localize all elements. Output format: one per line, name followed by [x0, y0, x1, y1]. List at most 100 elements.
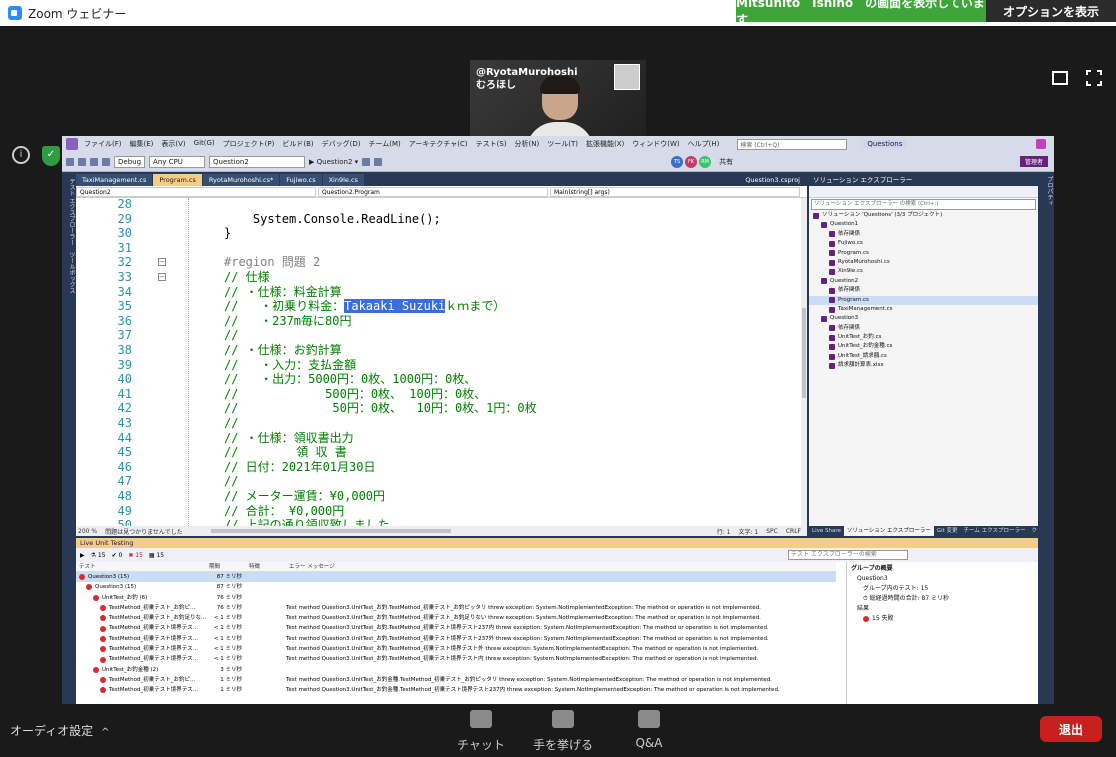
solution-tree-item[interactable]: Fujiwo.cs — [809, 239, 1038, 248]
solution-tree-item[interactable]: Program.cs — [809, 295, 1038, 305]
platform-dropdown[interactable]: Any CPU — [149, 155, 206, 168]
solution-tree-item[interactable]: 依存関係 — [809, 324, 1038, 333]
leave-button[interactable]: 退出 — [1040, 716, 1102, 742]
panel-tab[interactable]: ソリューション エクスプローラー — [843, 526, 934, 536]
menu-item[interactable]: 拡張機能(X) — [586, 139, 624, 149]
document-tab[interactable]: Xin9le.cs — [322, 174, 364, 186]
nav-class-dropdown[interactable]: Question2.Program — [318, 186, 548, 197]
chat-button[interactable]: チャット — [446, 710, 516, 753]
document-tabs: TaxiManagement.cs Program.cs RyotaMurohosh… — [76, 174, 807, 186]
fullscreen-icon[interactable] — [1086, 70, 1102, 86]
panel-tab[interactable]: チーム エクスプローラー — [961, 526, 1029, 536]
solution-tree-item[interactable]: UnitTest_お釣金種.cs — [809, 342, 1038, 351]
issues-indicator[interactable]: 問題は見つかりませんでした — [105, 527, 183, 536]
failed-count[interactable]: ✖ 15 — [128, 552, 143, 559]
test-row[interactable]: TestMethod_初乗テスト_お釣足りな... < 1 ミリ秒 Test met… — [76, 613, 836, 623]
panel-tab[interactable]: Git 変更 — [934, 526, 961, 536]
test-row[interactable]: TestMethod_初乗テスト_お釣ピ... 1 ミリ秒 Test method … — [76, 675, 836, 685]
menu-item[interactable]: デバッグ(D) — [322, 139, 361, 149]
code-line: 44 // ・仕様：領収書出力 — [76, 431, 807, 446]
solution-tree-item[interactable]: ソリューション 'Questions' (3/3 プロジェクト) — [809, 211, 1038, 220]
test-error-message — [286, 593, 836, 603]
vs-search-input[interactable]: 検索 (Ctrl+Q) — [737, 138, 848, 150]
solution-tree-item[interactable]: Program.cs — [809, 249, 1038, 258]
menu-item[interactable]: 編集(E) — [130, 139, 154, 149]
solution-tree-item[interactable]: 依存関係 — [809, 230, 1038, 239]
info-icon[interactable]: i — [12, 146, 30, 164]
test-row[interactable]: Question3 (15) 87 ミリ秒 — [76, 582, 836, 592]
new-item-icon[interactable] — [78, 157, 86, 166]
code-editor[interactable]: 28 29 System.Console.ReadLine(); 30} 31 32 #r… — [76, 198, 807, 526]
menu-item[interactable]: ビルド(B) — [282, 139, 313, 149]
document-tab[interactable]: Program.cs — [153, 174, 202, 186]
test-row[interactable]: TestMethod_初乗テスト境界テス... < 1 ミリ秒 Test metho… — [76, 623, 836, 633]
run-button[interactable]: ▶ Question2 ▾ — [309, 158, 358, 166]
editor-horizontal-scrollbar[interactable] — [210, 529, 451, 533]
test-row[interactable]: Question3 (15) 87 ミリ秒 — [76, 572, 836, 583]
nav-project-dropdown[interactable]: Question2 — [76, 186, 316, 197]
fold-toggle[interactable]: − — [158, 273, 166, 281]
solution-tree-item[interactable]: UnitTest_お釣.cs — [809, 333, 1038, 342]
document-tab[interactable]: RyotaMurohoshi.cs* — [202, 174, 280, 186]
menu-item[interactable]: Git(G) — [194, 139, 215, 149]
menu-item[interactable]: プロジェクト(P) — [223, 139, 275, 149]
hot-reload-icon[interactable] — [374, 157, 383, 166]
live-share-icon[interactable] — [1036, 139, 1046, 149]
audio-settings-button[interactable]: オーディオ設定 ^ — [10, 722, 110, 739]
startup-project-dropdown[interactable]: Question2 — [209, 155, 306, 168]
test-row[interactable]: UnitTest_お釣金種 (2) 3 ミリ秒 — [76, 665, 836, 675]
test-duration: 87 ミリ秒 — [216, 574, 242, 580]
menu-item[interactable]: ツール(T) — [547, 139, 578, 149]
view-layout-icon[interactable] — [1052, 71, 1068, 85]
back-icon[interactable] — [66, 157, 74, 166]
menu-item[interactable]: 分析(N) — [515, 139, 540, 149]
menu-item[interactable]: ヘルプ(H) — [688, 139, 720, 149]
test-row[interactable]: TestMethod_初乗テスト境界テス... 1 ミリ秒 Test method … — [76, 685, 836, 695]
menu-item[interactable]: アーキテクチャ(C) — [409, 139, 468, 149]
solution-tree-item[interactable]: Xin9le.cs — [809, 267, 1038, 276]
undo-icon[interactable] — [102, 157, 110, 166]
solution-tree-item[interactable]: TaxiManagement.cs — [809, 305, 1038, 314]
total-count[interactable]: ⚗ 15 — [91, 552, 106, 559]
solution-tree-item[interactable]: 依存関係 — [809, 286, 1038, 295]
solution-tree-item[interactable]: UnitTest_請求額.cs — [809, 352, 1038, 361]
debug-tools-icon[interactable] — [362, 157, 371, 166]
menu-item[interactable]: ファイル(F) — [84, 139, 122, 149]
solution-search-input[interactable]: ソリューション エクスプローラー の検索 (Ctrl+;) — [811, 199, 1036, 210]
save-icon[interactable] — [90, 157, 98, 166]
other-count[interactable]: ▦ 15 — [149, 552, 164, 559]
properties-rail[interactable]: プロパティ — [1038, 172, 1054, 562]
menu-item[interactable]: テスト(S) — [476, 139, 507, 149]
document-tab[interactable]: TaxiManagement.cs — [76, 174, 153, 186]
raise-hand-button[interactable]: 手を挙げる — [528, 710, 598, 753]
left-tool-rail[interactable]: テスト エクスプローラー ツールボックス — [62, 172, 76, 562]
options-button[interactable]: オプションを表示 — [986, 0, 1116, 22]
document-tab-right[interactable]: Question3.csproj — [739, 174, 806, 186]
test-row[interactable]: TestMethod_初乗テスト境界テス... < 1 ミリ秒 Test metho… — [76, 644, 836, 654]
solution-tree-item[interactable]: 請求額計算表.xlsx — [809, 361, 1038, 370]
menu-item[interactable]: 表示(V) — [161, 139, 185, 149]
run-tests-icon[interactable]: ▶ — [80, 552, 85, 559]
security-shield-icon[interactable]: ✓ — [42, 146, 60, 166]
test-row[interactable]: TestMethod_初乗テスト境界テス... < 1 ミリ秒 Test metho… — [76, 654, 836, 664]
qa-button[interactable]: Q&A — [614, 710, 684, 750]
menu-item[interactable]: チーム(M) — [368, 139, 400, 149]
panel-tab[interactable]: Live Share — [809, 526, 844, 536]
test-row[interactable]: TestMethod_初乗テスト境界テス... < 1 ミリ秒 Test metho… — [76, 634, 836, 644]
document-tab[interactable]: Fujiwo.cs — [280, 174, 322, 186]
test-search-input[interactable]: テスト エクスプローラーの検索 — [788, 550, 908, 560]
menu-item[interactable]: ウィンドウ(W) — [632, 139, 679, 149]
test-name: TestMethod_初乗テスト_お釣ピ... — [76, 675, 206, 685]
test-row[interactable]: TestMethod_初乗テスト_お釣ピ... 76 ミリ秒 Test method… — [76, 603, 836, 613]
nav-member-dropdown[interactable]: Main(string[] args) — [550, 186, 800, 197]
share-button[interactable]: 共有 — [719, 157, 733, 167]
passed-count[interactable]: ✔ 0 — [112, 552, 123, 559]
solution-tree-item[interactable]: Question1 — [809, 220, 1038, 229]
test-row[interactable]: UnitTest_お釣 (6) 76 ミリ秒 — [76, 593, 836, 603]
solution-tree-item[interactable]: Question2 — [809, 277, 1038, 286]
solution-tree-item[interactable]: RyotaMurohoshi.cs — [809, 258, 1038, 267]
zoom-level[interactable]: 200 % — [78, 528, 97, 535]
solution-tree-item[interactable]: Question3 — [809, 314, 1038, 323]
fold-toggle[interactable]: − — [158, 258, 166, 267]
config-dropdown[interactable]: Debug — [114, 155, 146, 168]
